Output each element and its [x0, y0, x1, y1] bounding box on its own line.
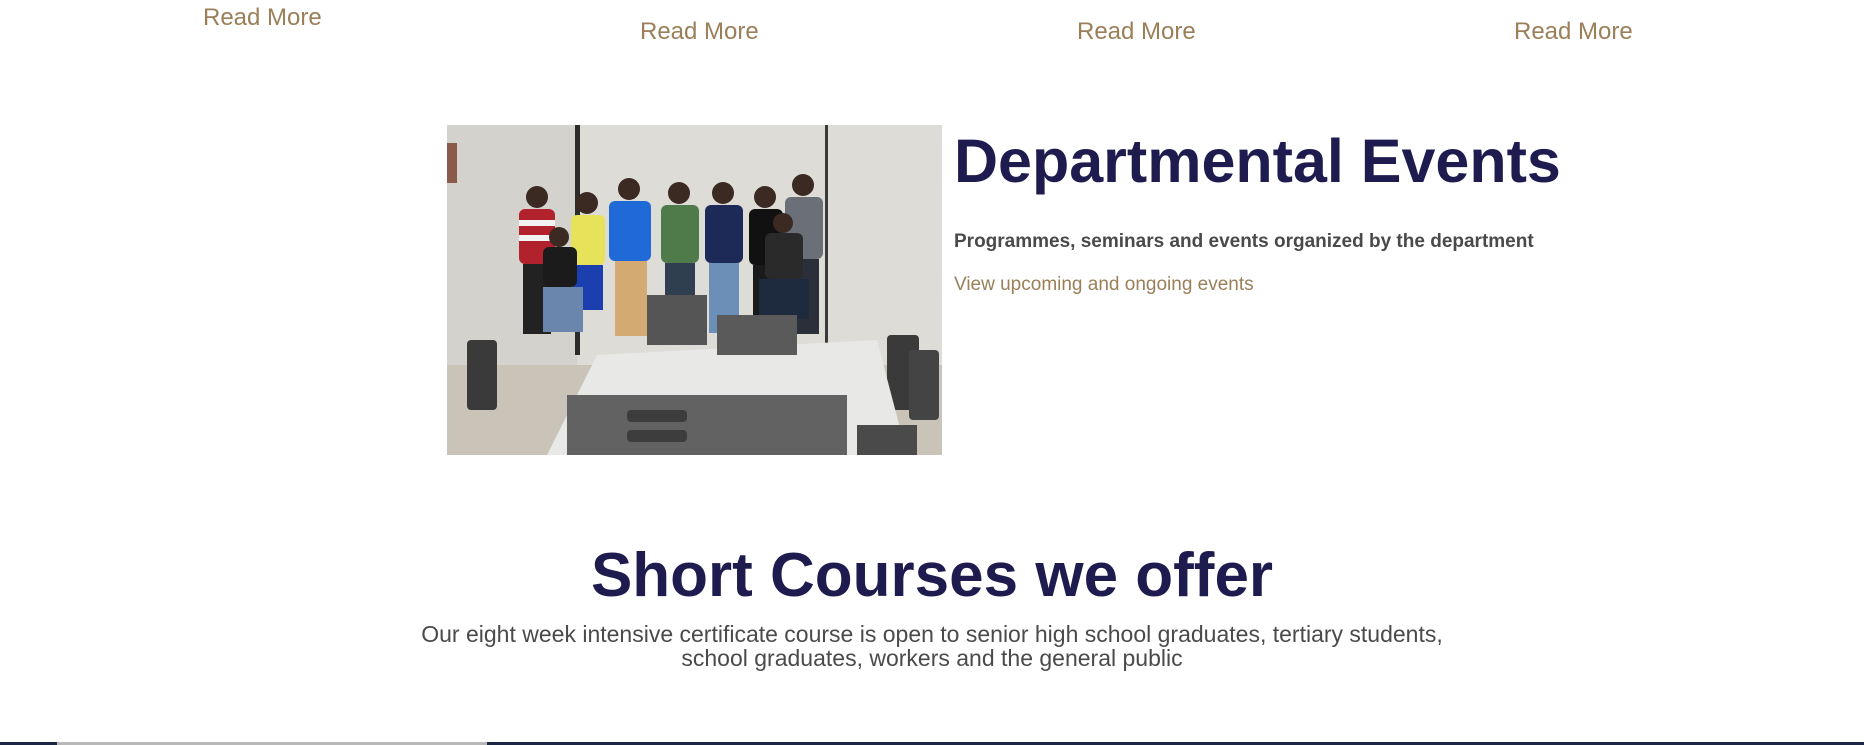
courses-description-line-1: Our eight week intensive certificate cou… — [421, 621, 1443, 647]
courses-description-line-2: school graduates, workers and the genera… — [681, 645, 1183, 671]
events-title: Departmental Events — [954, 127, 1561, 195]
read-more-link-1[interactable]: Read More — [203, 4, 322, 32]
courses-description: Our eight week intensive certificate cou… — [0, 622, 1864, 670]
page: Read More Read More Read More Read More — [0, 0, 1864, 745]
read-more-link-3[interactable]: Read More — [1077, 18, 1196, 46]
view-events-link[interactable]: View upcoming and ongoing events — [954, 274, 1254, 296]
read-more-link-2[interactable]: Read More — [640, 18, 759, 46]
events-description: Programmes, seminars and events organize… — [954, 231, 1534, 252]
read-more-link-4[interactable]: Read More — [1514, 18, 1633, 46]
events-photo — [447, 125, 942, 455]
courses-title: Short Courses we offer — [590, 541, 1274, 610]
